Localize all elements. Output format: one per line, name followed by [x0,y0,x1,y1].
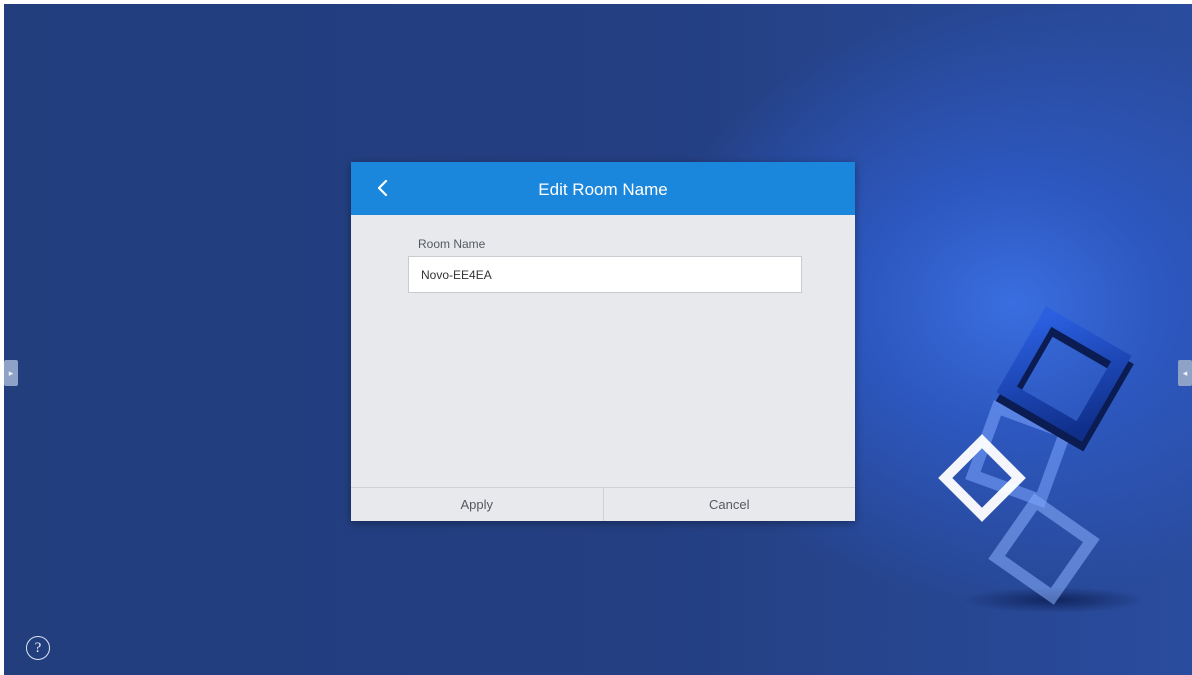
chevron-right-icon: ▸ [8,368,14,378]
right-drawer-tab[interactable]: ◂ [1178,360,1192,386]
cancel-button[interactable]: Cancel [602,488,856,521]
help-symbol: ? [34,640,42,656]
dialog-footer: Apply Cancel [351,487,855,521]
left-drawer-tab[interactable]: ▸ [4,360,18,386]
room-name-label: Room Name [418,237,486,251]
edit-room-name-dialog: Edit Room Name Room Name Apply Cancel [351,162,855,521]
chevron-left-icon: ◂ [1182,368,1188,378]
dialog-header: Edit Room Name [351,162,855,215]
chevron-left-icon[interactable] [371,176,395,200]
desktop-background: ▸ ◂ ? Edit Room Name Room Name Novo-EE4E… [4,4,1192,675]
dialog-title: Edit Room Name [538,180,668,199]
cubes-decoration [938,306,1146,613]
help-icon[interactable]: ? [26,636,50,660]
room-name-input[interactable] [408,256,802,293]
apply-button[interactable]: Apply [351,488,603,521]
